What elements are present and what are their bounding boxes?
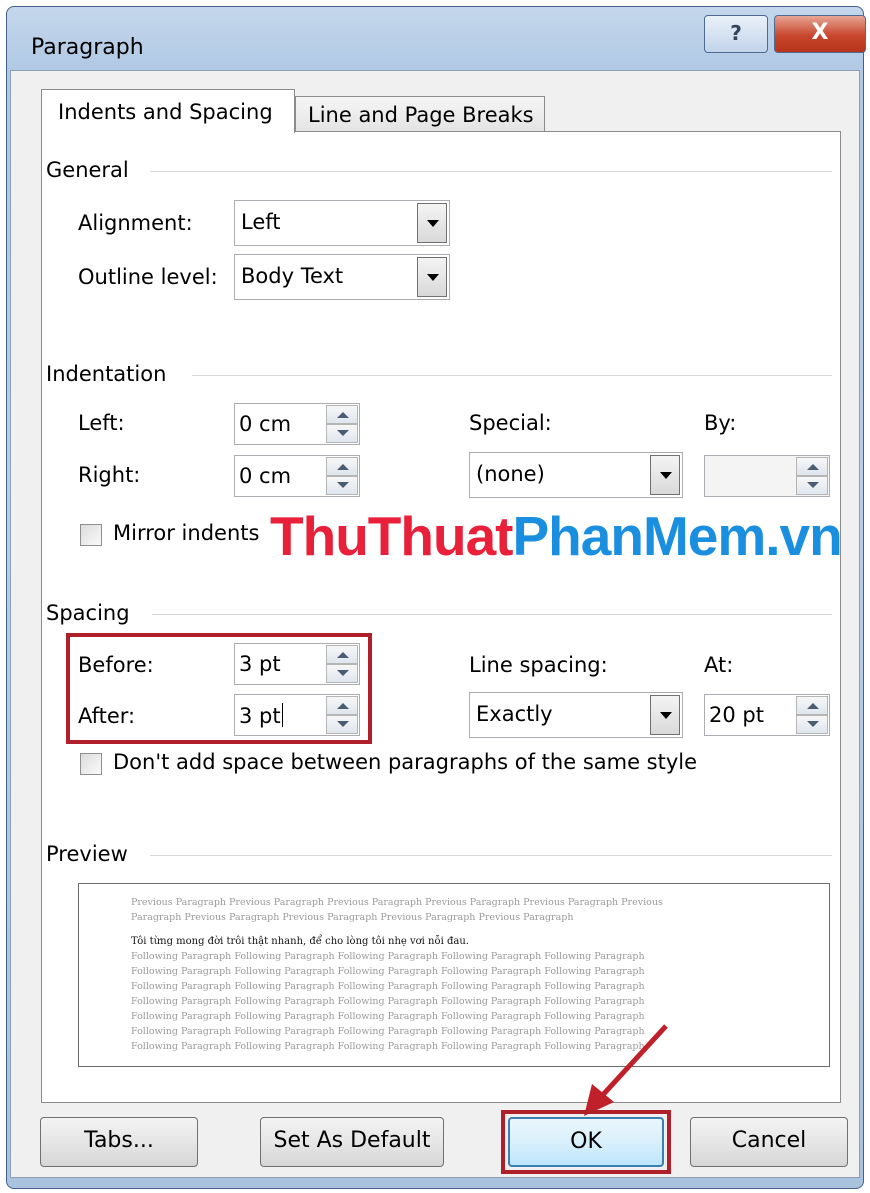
line-spacing-select[interactable]: Exactly bbox=[469, 692, 683, 738]
watermark-logo: ThuThuatPhanMem.vn bbox=[270, 504, 843, 568]
indent-left-spinner[interactable]: 0 cm bbox=[234, 403, 360, 445]
section-indentation-heading: Indentation bbox=[46, 362, 167, 386]
dont-add-space-label: Don't add space between paragraphs of th… bbox=[113, 750, 698, 774]
divider bbox=[150, 171, 832, 172]
section-spacing-heading: Spacing bbox=[46, 601, 130, 625]
outline-level-label: Outline level: bbox=[78, 265, 218, 289]
spin-down-icon[interactable] bbox=[796, 715, 828, 734]
special-label: Special: bbox=[469, 411, 552, 435]
mirror-indents-checkbox[interactable] bbox=[80, 524, 102, 546]
alignment-value: Left bbox=[241, 210, 281, 234]
special-select[interactable]: (none) bbox=[469, 452, 683, 498]
outline-level-select[interactable]: Body Text bbox=[234, 254, 450, 300]
section-general-heading: General bbox=[46, 158, 129, 182]
spin-up-icon[interactable] bbox=[796, 696, 828, 715]
chevron-down-icon[interactable] bbox=[650, 455, 680, 495]
preview-line: Following Paragraph Following Paragraph … bbox=[131, 966, 645, 977]
spacing-highlight-box bbox=[66, 633, 372, 744]
preview-line: Following Paragraph Following Paragraph … bbox=[131, 1011, 645, 1022]
watermark-part1: ThuThuat bbox=[270, 505, 513, 567]
indent-left-value: 0 cm bbox=[239, 412, 292, 436]
tab-line-and-page-breaks[interactable]: Line and Page Breaks bbox=[295, 96, 545, 132]
line-spacing-label: Line spacing: bbox=[469, 653, 608, 677]
divider bbox=[150, 855, 832, 856]
preview-line: Following Paragraph Following Paragraph … bbox=[131, 1026, 645, 1037]
spin-down-icon[interactable] bbox=[796, 476, 828, 495]
preview-line: Following Paragraph Following Paragraph … bbox=[131, 1041, 645, 1052]
indent-right-spinner[interactable]: 0 cm bbox=[234, 455, 360, 497]
line-spacing-value: Exactly bbox=[476, 702, 553, 726]
cancel-button[interactable]: Cancel bbox=[690, 1117, 848, 1167]
ok-highlight-box bbox=[501, 1110, 671, 1174]
tab-indents-and-spacing[interactable]: Indents and Spacing bbox=[41, 89, 295, 133]
spin-down-icon[interactable] bbox=[326, 476, 358, 495]
indent-right-label: Right: bbox=[78, 463, 141, 487]
chevron-down-icon[interactable] bbox=[417, 203, 447, 243]
divider bbox=[152, 614, 832, 615]
spin-up-icon[interactable] bbox=[796, 457, 828, 476]
tabs-button[interactable]: Tabs... bbox=[40, 1117, 198, 1167]
indent-left-label: Left: bbox=[78, 411, 125, 435]
at-spinner[interactable]: 20 pt bbox=[704, 694, 830, 736]
divider bbox=[192, 375, 832, 376]
chevron-down-icon[interactable] bbox=[417, 257, 447, 297]
spin-up-icon[interactable] bbox=[326, 405, 358, 424]
arrow-shaft bbox=[598, 1024, 668, 1100]
preview-pane: Previous Paragraph Previous Paragraph Pr… bbox=[78, 883, 830, 1067]
spin-down-icon[interactable] bbox=[326, 424, 358, 443]
at-value: 20 pt bbox=[709, 703, 764, 727]
special-value: (none) bbox=[476, 462, 545, 486]
at-label: At: bbox=[704, 653, 734, 677]
alignment-label: Alignment: bbox=[78, 211, 193, 235]
preview-line: Paragraph Previous Paragraph Previous Pa… bbox=[131, 912, 574, 923]
set-as-default-button[interactable]: Set As Default bbox=[260, 1117, 444, 1167]
outline-level-value: Body Text bbox=[241, 264, 344, 288]
preview-line: Following Paragraph Following Paragraph … bbox=[131, 951, 645, 962]
alignment-select[interactable]: Left bbox=[234, 200, 450, 246]
dialog-title: Paragraph bbox=[31, 35, 144, 60]
close-button[interactable]: X bbox=[774, 15, 866, 53]
red-arrow-annotation bbox=[584, 1024, 668, 1116]
preview-line: Previous Paragraph Previous Paragraph Pr… bbox=[131, 897, 663, 908]
preview-line: Tôi từng mong đời trôi thật nhanh, để ch… bbox=[131, 936, 469, 947]
spin-up-icon[interactable] bbox=[326, 457, 358, 476]
preview-line: Following Paragraph Following Paragraph … bbox=[131, 981, 645, 992]
chevron-down-icon[interactable] bbox=[650, 695, 680, 735]
by-label: By: bbox=[704, 411, 737, 435]
dont-add-space-checkbox[interactable] bbox=[80, 753, 102, 775]
indent-right-value: 0 cm bbox=[239, 464, 292, 488]
watermark-part2: PhanMem.vn bbox=[512, 505, 842, 567]
help-button[interactable]: ? bbox=[704, 15, 768, 53]
mirror-indents-label: Mirror indents bbox=[113, 521, 260, 545]
preview-line: Following Paragraph Following Paragraph … bbox=[131, 996, 645, 1007]
section-preview-heading: Preview bbox=[46, 842, 128, 866]
by-spinner[interactable] bbox=[704, 455, 830, 497]
